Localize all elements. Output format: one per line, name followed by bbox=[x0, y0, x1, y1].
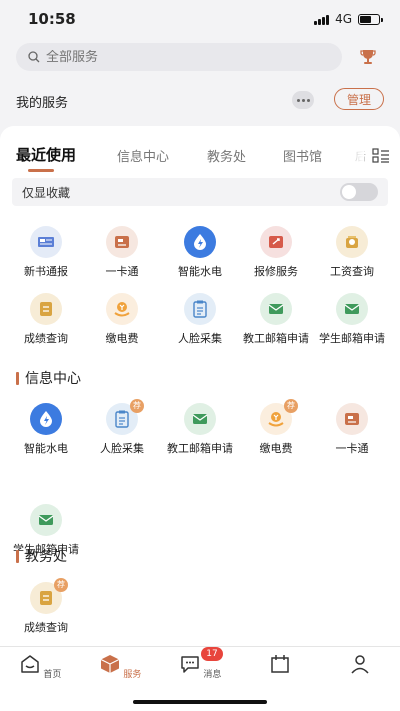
water-electric-icon bbox=[184, 226, 216, 258]
my-services-label: 我的服务 bbox=[16, 96, 69, 111]
service-item[interactable]: 智能水电 bbox=[162, 226, 238, 279]
mail-icon bbox=[30, 504, 62, 536]
home-icon bbox=[20, 655, 39, 673]
search-icon bbox=[28, 51, 40, 63]
service-label: 缴电费 bbox=[259, 442, 293, 455]
my-services-header: 我的服务 管理 bbox=[0, 86, 400, 118]
nav-calendar[interactable] bbox=[255, 653, 305, 680]
nav-service[interactable]: 服务 bbox=[95, 653, 145, 680]
mail-icon bbox=[336, 293, 368, 325]
service-label: 一卡通 bbox=[105, 265, 139, 278]
service-item[interactable]: 工资查询 bbox=[314, 226, 390, 279]
service-item[interactable]: 人脸采集 bbox=[162, 293, 238, 346]
campus-card-icon bbox=[336, 403, 368, 435]
nav-message[interactable]: 17 消息 bbox=[175, 647, 225, 680]
service-item[interactable]: 缴电费 bbox=[84, 293, 160, 346]
tab-underline bbox=[28, 169, 54, 172]
mail-icon bbox=[184, 403, 216, 435]
service-box-icon bbox=[100, 655, 119, 673]
message-icon bbox=[180, 656, 199, 673]
service-item[interactable]: 一卡通 bbox=[314, 403, 390, 456]
trophy-icon[interactable] bbox=[358, 47, 378, 67]
category-tabs: 最近使用 信息中心 教务处 图书馆 后 bbox=[0, 146, 400, 172]
manage-button[interactable]: 管理 bbox=[334, 88, 384, 110]
service-label: 教工邮箱申请 bbox=[243, 332, 309, 345]
service-item[interactable]: 荐成绩查询 bbox=[8, 578, 84, 635]
search-row bbox=[16, 42, 386, 72]
service-item[interactable]: 新书通报 bbox=[8, 226, 84, 279]
campus-card-icon bbox=[106, 226, 138, 258]
section-info-center: 信息中心 bbox=[16, 368, 81, 388]
grade-icon bbox=[30, 293, 62, 325]
service-item[interactable]: 一卡通 bbox=[84, 226, 160, 279]
status-time: 10:58 bbox=[28, 10, 76, 28]
face-clipboard-icon bbox=[184, 293, 216, 325]
book-news-icon bbox=[30, 226, 62, 258]
recommend-badge: 荐 bbox=[130, 399, 144, 413]
category-grid-icon[interactable] bbox=[372, 148, 390, 164]
grade-icon: 荐 bbox=[30, 578, 68, 614]
service-panel: 最近使用 信息中心 教务处 图书馆 后 仅显收藏 新书通报一卡通智能水电报修服务… bbox=[0, 126, 400, 646]
service-label: 智能水电 bbox=[24, 442, 68, 455]
profile-icon bbox=[351, 655, 369, 674]
service-item[interactable]: 教工邮箱申请 bbox=[238, 293, 314, 346]
bottom-nav: 首页 服务 17 消息 bbox=[0, 646, 400, 711]
service-label: 智能水电 bbox=[178, 265, 222, 278]
service-label: 成绩查询 bbox=[24, 621, 68, 634]
search-input[interactable] bbox=[46, 49, 296, 65]
signal-icon bbox=[314, 14, 330, 25]
service-label: 工资查询 bbox=[330, 265, 374, 278]
service-item[interactable]: 智能水电 bbox=[8, 403, 84, 456]
service-label: 缴电费 bbox=[105, 332, 139, 345]
tabs-fade bbox=[350, 146, 364, 168]
battery-icon bbox=[358, 13, 383, 25]
repair-ticket-icon bbox=[260, 226, 292, 258]
tab-academic[interactable]: 教务处 bbox=[207, 146, 246, 165]
favorites-label: 仅显收藏 bbox=[22, 186, 71, 200]
service-label: 一卡通 bbox=[335, 442, 369, 455]
status-bar: 10:58 4G bbox=[0, 0, 400, 38]
section-academic: 教务处 bbox=[16, 546, 67, 566]
favorites-filter: 仅显收藏 bbox=[12, 178, 388, 206]
face-clipboard-icon: 荐 bbox=[106, 399, 144, 435]
service-label: 成绩查询 bbox=[24, 332, 68, 345]
section-info-center-title: 信息中心 bbox=[25, 371, 81, 387]
nav-profile[interactable] bbox=[335, 653, 385, 680]
search-box[interactable] bbox=[16, 43, 342, 71]
tab-library[interactable]: 图书馆 bbox=[283, 146, 322, 165]
service-label: 人脸采集 bbox=[100, 442, 144, 455]
status-indicators: 4G bbox=[314, 12, 383, 26]
tab-info-center[interactable]: 信息中心 bbox=[117, 146, 169, 165]
service-item[interactable]: 报修服务 bbox=[238, 226, 314, 279]
nav-message-label: 消息 bbox=[203, 670, 222, 680]
service-item[interactable]: 学生邮箱申请 bbox=[314, 293, 390, 346]
section-academic-title: 教务处 bbox=[25, 549, 67, 565]
service-label: 教工邮箱申请 bbox=[167, 442, 233, 455]
favorites-toggle[interactable] bbox=[340, 183, 378, 201]
network-label: 4G bbox=[335, 12, 352, 26]
pay-electric-icon bbox=[106, 293, 138, 325]
salary-icon bbox=[336, 226, 368, 258]
service-label: 报修服务 bbox=[254, 265, 298, 278]
recommend-badge: 荐 bbox=[54, 578, 68, 592]
service-label: 学生邮箱申请 bbox=[319, 332, 385, 345]
tab-recent[interactable]: 最近使用 bbox=[16, 144, 76, 165]
more-icon[interactable] bbox=[292, 91, 314, 109]
mail-icon bbox=[260, 293, 292, 325]
recommend-badge: 荐 bbox=[284, 399, 298, 413]
message-count-badge: 17 bbox=[201, 647, 223, 661]
nav-home[interactable]: 首页 bbox=[15, 653, 65, 680]
service-item[interactable]: 成绩查询 bbox=[8, 293, 84, 346]
nav-service-label: 服务 bbox=[123, 670, 142, 680]
calendar-icon bbox=[271, 655, 289, 673]
home-indicator bbox=[133, 700, 267, 704]
service-item[interactable]: 荐人脸采集 bbox=[84, 399, 160, 456]
nav-home-label: 首页 bbox=[43, 670, 62, 680]
pay-electric-icon: 荐 bbox=[260, 399, 298, 435]
water-electric-icon bbox=[30, 403, 62, 435]
service-item[interactable]: 教工邮箱申请 bbox=[162, 403, 238, 456]
service-item[interactable]: 荐缴电费 bbox=[238, 399, 314, 456]
service-label: 新书通报 bbox=[24, 265, 68, 278]
service-label: 人脸采集 bbox=[178, 332, 222, 345]
